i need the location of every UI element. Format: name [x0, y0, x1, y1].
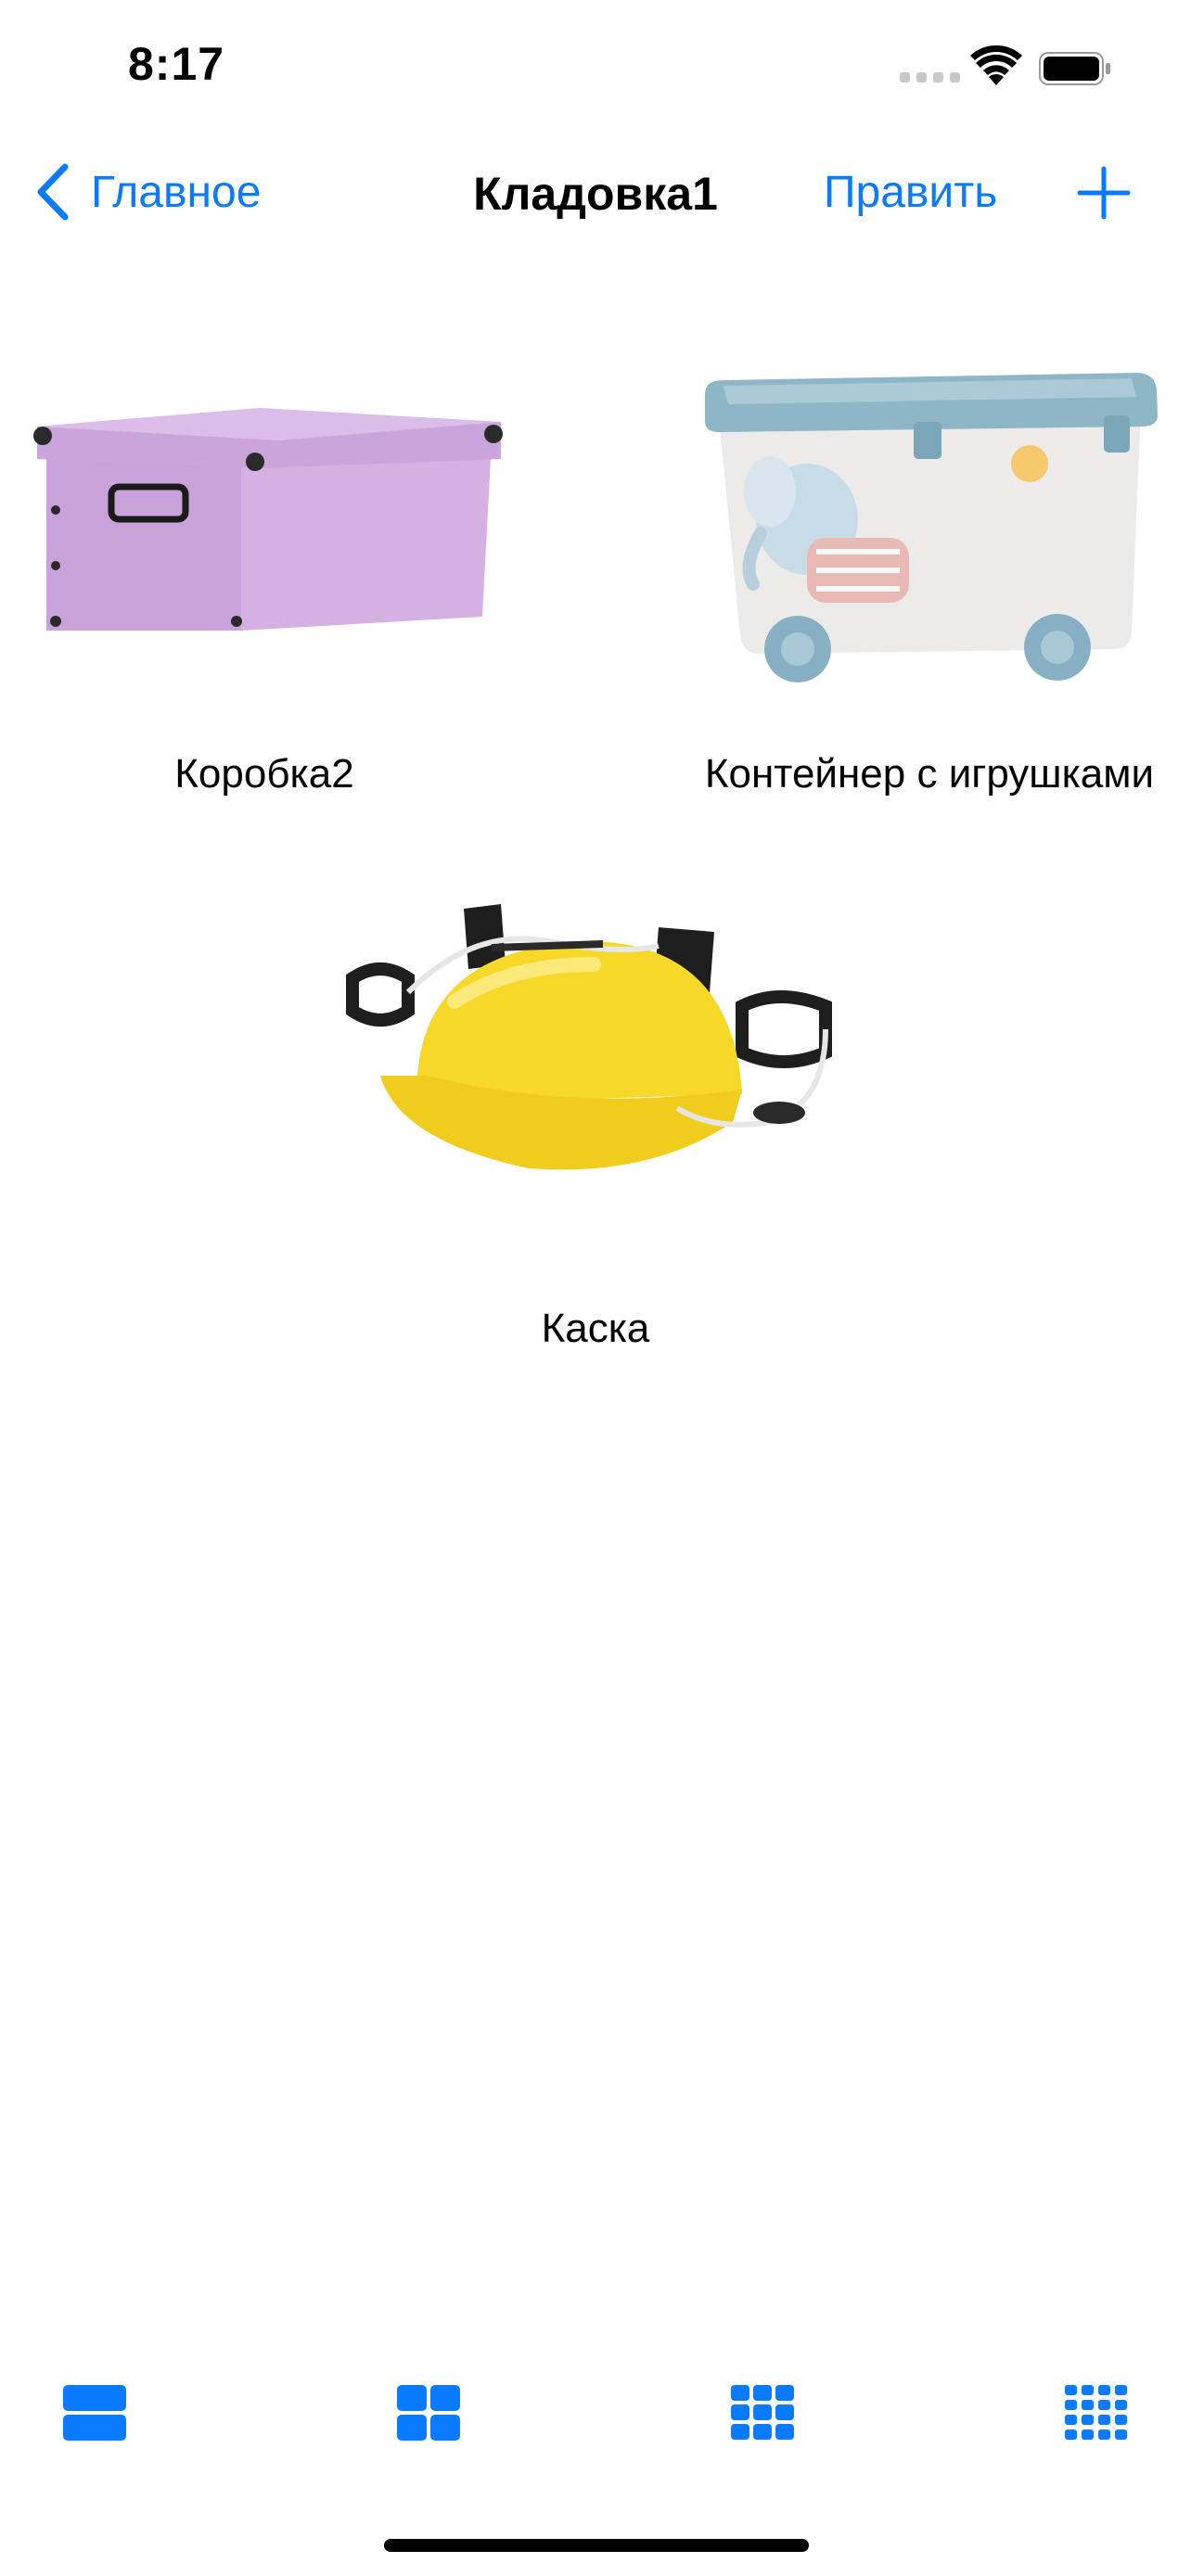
navigation-bar: Главное Кладовка1 Править: [0, 139, 1191, 250]
layout-toolbar: [0, 2383, 1191, 2457]
toy-container-on-wheels: [705, 373, 1158, 682]
item-label: Контейнер с игрушками: [704, 751, 1155, 797]
purple-storage-box: [33, 408, 503, 631]
page-title: Кладовка1: [473, 168, 718, 220]
item-card-toy-container[interactable]: Контейнер с игрушками: [668, 352, 1191, 816]
battery-icon: [1039, 52, 1110, 85]
yellow-drinking-helmet: [346, 904, 832, 1170]
grid-4-icon[interactable]: [1063, 2383, 1130, 2442]
wifi-icon: [970, 45, 1022, 85]
status-bar: 8:17: [0, 0, 1191, 139]
home-indicator[interactable]: [384, 2539, 809, 2552]
grid-2-icon[interactable]: [395, 2383, 462, 2442]
cellular-signal-icon: [900, 72, 960, 83]
plus-icon[interactable]: [1076, 165, 1132, 221]
grid-3-icon[interactable]: [729, 2383, 796, 2442]
item-label: Коробка2: [174, 751, 354, 797]
list-layout-icon[interactable]: [61, 2383, 128, 2442]
item-card-helmet[interactable]: Каска: [343, 890, 848, 1354]
edit-button[interactable]: Править: [824, 167, 997, 218]
status-time: 8:17: [128, 38, 225, 90]
item-card-box[interactable]: Коробка2: [19, 352, 510, 816]
item-label: Каска: [541, 1306, 650, 1351]
